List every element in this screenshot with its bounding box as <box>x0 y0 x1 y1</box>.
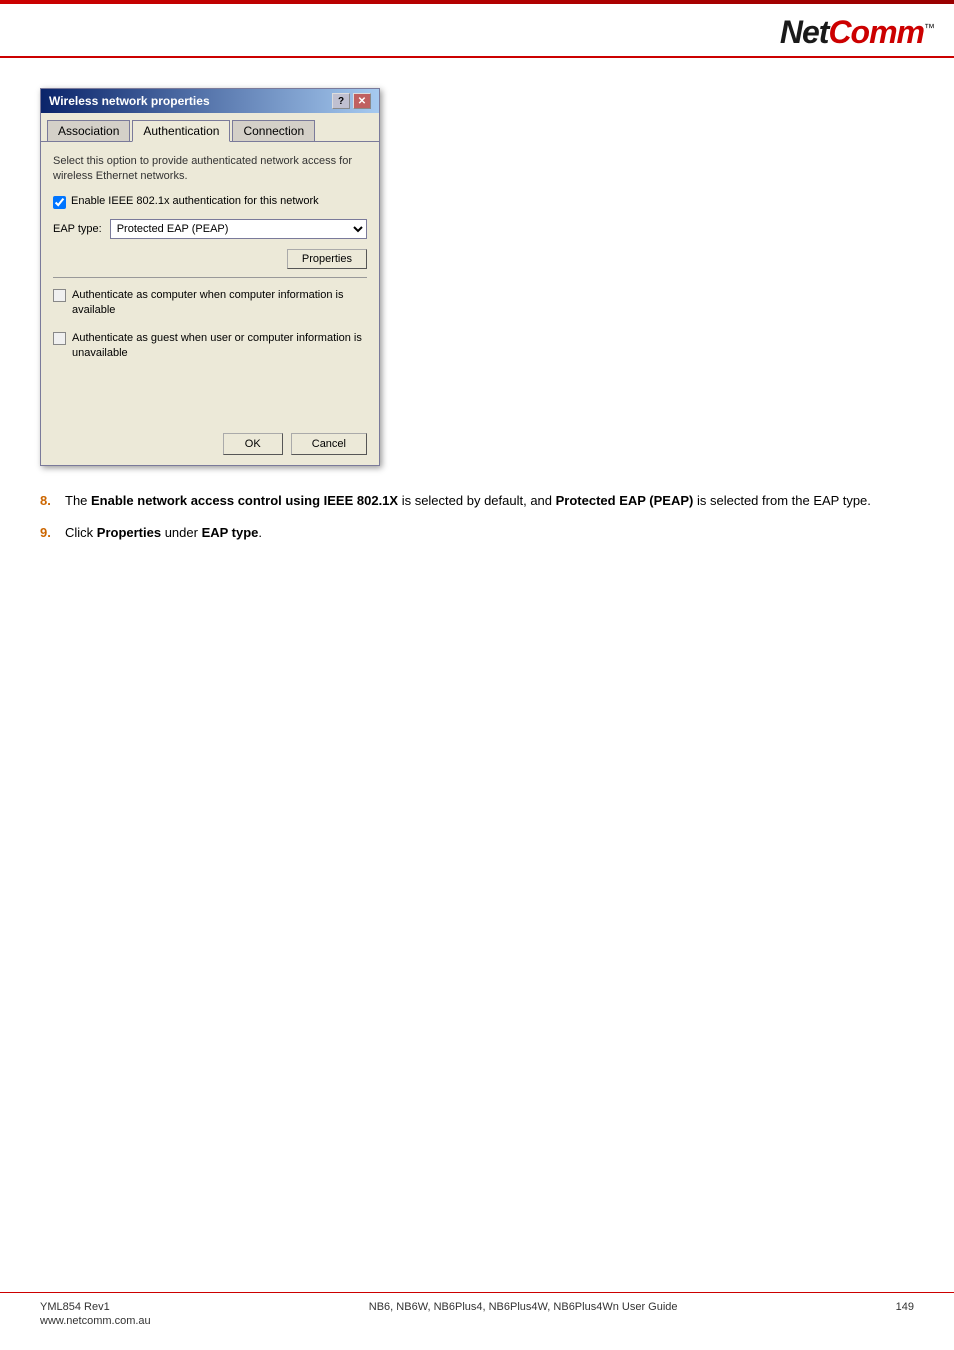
step-9: 9. Click Properties under EAP type. <box>40 523 914 543</box>
eap-type-row: EAP type: Protected EAP (PEAP) <box>53 219 367 239</box>
ok-button[interactable]: OK <box>223 433 283 455</box>
page-header: NetComm™ <box>0 4 954 58</box>
step-8: 8. The Enable network access control usi… <box>40 491 914 511</box>
dialog-body: Select this option to provide authentica… <box>41 141 379 425</box>
description-text: Select this option to provide authentica… <box>53 154 367 185</box>
enable-checkbox-row: Enable IEEE 802.1x authentication for th… <box>53 195 367 209</box>
main-content: Wireless network properties ? ✕ Associat… <box>0 58 954 574</box>
auth-guest-option: Authenticate as guest when user or compu… <box>53 331 367 362</box>
wireless-properties-dialog: Wireless network properties ? ✕ Associat… <box>40 88 380 466</box>
step-9-text: Click Properties under EAP type. <box>65 523 914 543</box>
spacer <box>53 373 367 413</box>
cancel-button[interactable]: Cancel <box>291 433 367 455</box>
eap-type-select[interactable]: Protected EAP (PEAP) <box>110 219 367 239</box>
dialog-tabs: Association Authentication Connection <box>41 113 379 141</box>
footer-yml: YML854 Rev1 <box>40 1301 151 1313</box>
step-8-bold1: Enable network access control using IEEE… <box>91 493 398 508</box>
auth-computer-checkbox[interactable] <box>53 289 66 302</box>
eap-label: EAP type: <box>53 223 102 235</box>
netcomm-logo: NetComm™ <box>780 14 934 51</box>
logo-net: Net <box>780 14 829 50</box>
dialog-title: Wireless network properties <box>49 94 210 108</box>
auth-computer-option: Authenticate as computer when computer i… <box>53 288 367 319</box>
enable-ieee-checkbox[interactable] <box>53 196 66 209</box>
step-9-bold2: EAP type <box>202 525 259 540</box>
separator <box>53 277 367 278</box>
auth-guest-label: Authenticate as guest when user or compu… <box>72 331 367 362</box>
footer-url: www.netcomm.com.au <box>40 1315 151 1327</box>
auth-computer-label: Authenticate as computer when computer i… <box>72 288 367 319</box>
step-8-number: 8. <box>40 491 65 511</box>
instruction-steps: 8. The Enable network access control usi… <box>40 491 914 542</box>
footer-left: YML854 Rev1 www.netcomm.com.au <box>40 1301 151 1327</box>
tab-authentication[interactable]: Authentication <box>132 120 230 142</box>
properties-row: Properties <box>53 249 367 269</box>
auth-guest-checkbox[interactable] <box>53 332 66 345</box>
footer-page: 149 <box>896 1301 914 1313</box>
step-8-text: The Enable network access control using … <box>65 491 914 511</box>
tab-connection[interactable]: Connection <box>232 120 315 142</box>
logo-comm: Comm <box>828 14 924 50</box>
step-9-bold1: Properties <box>97 525 161 540</box>
help-button[interactable]: ? <box>332 93 350 109</box>
properties-button[interactable]: Properties <box>287 249 367 269</box>
tab-association[interactable]: Association <box>47 120 130 142</box>
dialog-footer: OK Cancel <box>41 425 379 465</box>
step-8-bold2: Protected EAP (PEAP) <box>556 493 694 508</box>
footer-center: NB6, NB6W, NB6Plus4, NB6Plus4W, NB6Plus4… <box>369 1301 678 1313</box>
enable-checkbox-label: Enable IEEE 802.1x authentication for th… <box>71 195 319 207</box>
page-footer: YML854 Rev1 www.netcomm.com.au NB6, NB6W… <box>0 1292 954 1335</box>
dialog-titlebar: Wireless network properties ? ✕ <box>41 89 379 113</box>
step-9-number: 9. <box>40 523 65 543</box>
close-button[interactable]: ✕ <box>353 93 371 109</box>
dialog-controls: ? ✕ <box>332 93 371 109</box>
logo-tm: ™ <box>924 22 934 34</box>
